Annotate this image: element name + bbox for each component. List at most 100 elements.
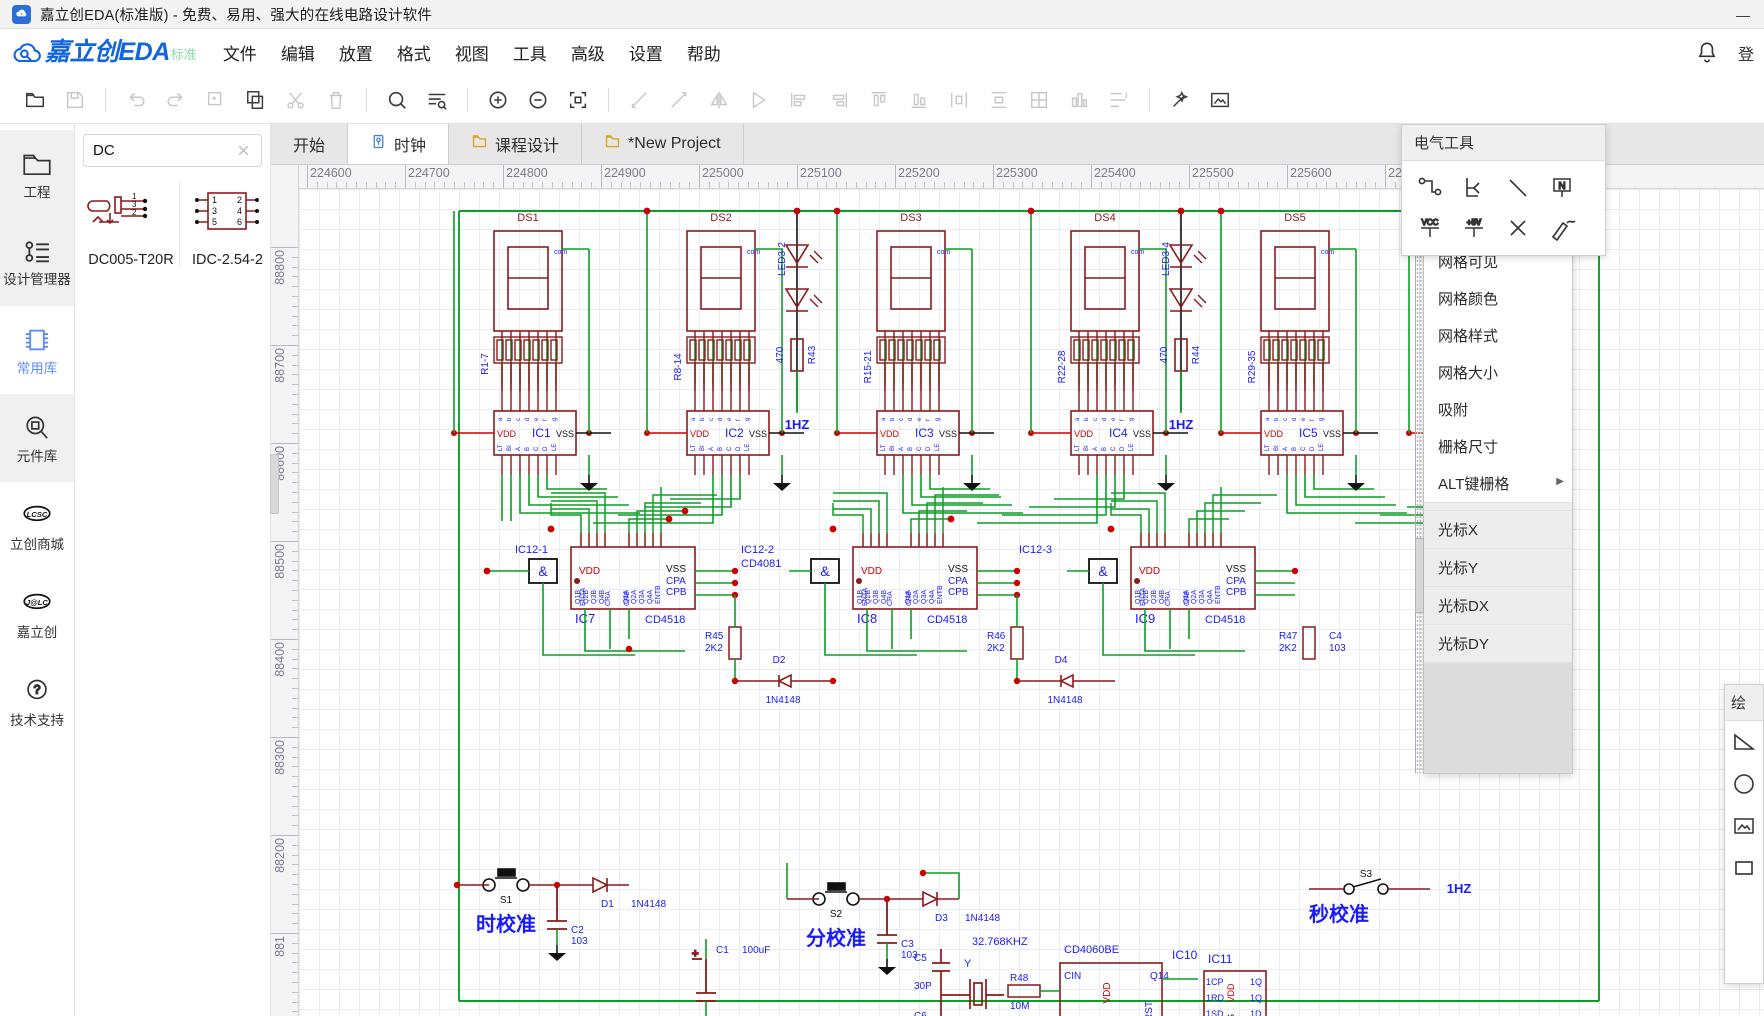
menu-edit[interactable]: 编辑: [269, 36, 327, 69]
image-tool-icon[interactable]: [1725, 805, 1763, 847]
svg-text:Q4A: Q4A: [929, 590, 936, 604]
line-tool-icon[interactable]: [1496, 168, 1540, 208]
library-result-item[interactable]: 135 246 IDC-2.54-2: [179, 181, 275, 268]
menu-grid-color[interactable]: 网格颜色: [1424, 280, 1572, 317]
ruler-minor-tick: [728, 182, 730, 188]
menu-grid-size[interactable]: 网格大小: [1424, 354, 1572, 391]
svg-text:30P: 30P: [914, 981, 932, 992]
sidebar-item-common-library[interactable]: 常用库: [0, 306, 74, 394]
circle-tool-icon[interactable]: [1725, 763, 1763, 805]
svg-text:CPB: CPB: [666, 587, 687, 598]
delete-trash-icon[interactable]: [317, 82, 355, 118]
angle-tool-icon[interactable]: [1725, 721, 1763, 763]
menu-place[interactable]: 放置: [327, 36, 385, 69]
image-export-icon[interactable]: [1201, 82, 1239, 118]
flip-icon[interactable]: [700, 82, 738, 118]
account-label[interactable]: 登: [1738, 41, 1754, 65]
no-connect-icon[interactable]: [1496, 208, 1540, 248]
tab-clock[interactable]: 时钟: [348, 124, 450, 164]
distribute-vertical-icon[interactable]: [980, 82, 1018, 118]
panel-splitter-grip[interactable]: [270, 454, 279, 514]
menu-settings[interactable]: 设置: [617, 36, 675, 69]
svg-text:RST: RST: [1144, 1001, 1155, 1016]
ruler-minor-tick: [292, 501, 298, 503]
menu-format[interactable]: 格式: [385, 36, 443, 69]
context-menu-scroll-thumb[interactable]: [1415, 538, 1424, 613]
zoom-out-icon[interactable]: [519, 82, 557, 118]
ruler-minor-tick: [1238, 182, 1239, 188]
rect-tool-icon[interactable]: [1725, 847, 1763, 889]
grid-align-icon[interactable]: [1020, 82, 1058, 118]
ruler-minor-tick: [292, 1001, 298, 1003]
vcc-symbol-icon[interactable]: VCC: [1408, 208, 1452, 248]
minimize-button[interactable]: —: [1726, 0, 1760, 29]
align-left-icon[interactable]: [780, 82, 818, 118]
library-result-item[interactable]: 132 DC005-T20R: [83, 181, 179, 268]
mirror-horizontal-icon[interactable]: [620, 82, 658, 118]
bus-entry-icon[interactable]: [1452, 168, 1496, 208]
ruler-minor-tick: [1228, 182, 1230, 188]
ruler-minor-tick: [292, 521, 298, 523]
menu-grid-dimension[interactable]: 栅格尺寸: [1424, 428, 1572, 465]
svg-text:VCC: VCC: [1422, 218, 1439, 227]
svg-text:2: 2: [132, 208, 137, 217]
undo-icon[interactable]: [117, 82, 155, 118]
svg-text:VDD: VDD: [1264, 429, 1284, 439]
align-right-icon[interactable]: [820, 82, 858, 118]
distribute-horizontal-icon[interactable]: [940, 82, 978, 118]
spacing-icon[interactable]: [1100, 82, 1138, 118]
ruler-minor-tick: [292, 952, 298, 954]
sidebar-item-component-library[interactable]: 元件库: [0, 394, 74, 482]
menu-tools[interactable]: 工具: [501, 36, 559, 69]
mirror-vertical-icon[interactable]: [660, 82, 698, 118]
zoom-in-icon[interactable]: [479, 82, 517, 118]
menu-advanced[interactable]: 高级: [559, 36, 617, 69]
context-menu-scrollbar[interactable]: [1415, 243, 1424, 773]
menu-view[interactable]: 视图: [443, 36, 501, 69]
close-icon[interactable]: [235, 142, 252, 159]
magic-wand-icon[interactable]: [1161, 82, 1199, 118]
align-bottom-icon[interactable]: [900, 82, 938, 118]
copy-icon[interactable]: [197, 82, 235, 118]
search-input[interactable]: [84, 142, 224, 159]
sidebar-item-label: 立创商城: [10, 536, 64, 552]
wire-tool-icon[interactable]: [1408, 168, 1452, 208]
duplicate-icon[interactable]: [237, 82, 275, 118]
menu-grid-style[interactable]: 网格样式: [1424, 317, 1572, 354]
redo-icon[interactable]: [157, 82, 195, 118]
open-file-icon[interactable]: [16, 82, 54, 118]
tab-new-project[interactable]: *New Project: [582, 124, 744, 164]
menu-file[interactable]: 文件: [211, 36, 269, 69]
svg-text:R8-14: R8-14: [673, 353, 684, 381]
save-file-icon[interactable]: [56, 82, 94, 118]
search-list-icon[interactable]: [418, 82, 456, 118]
menu-alt-grid[interactable]: ALT键栅格 ▶: [1424, 465, 1572, 502]
sidebar-item-design-manager[interactable]: 设计管理器: [0, 218, 74, 306]
svg-text:ENTB: ENTB: [937, 585, 944, 604]
cut-scissors-icon[interactable]: [277, 82, 315, 118]
sidebar-item-support[interactable]: ? 技术支持: [0, 658, 74, 746]
ruler-minor-tick: [1345, 182, 1347, 188]
probe-tool-icon[interactable]: [1540, 208, 1584, 248]
toolbar-separator: [105, 87, 106, 112]
menu-snap[interactable]: 吸附: [1424, 391, 1572, 428]
align-top-icon[interactable]: [860, 82, 898, 118]
plus5v-symbol-icon[interactable]: +5V: [1452, 208, 1496, 248]
tab-course-design[interactable]: 课程设计: [449, 124, 583, 164]
sidebar-item-lcsc[interactable]: LCSC 立创商城: [0, 482, 74, 570]
sidebar-item-jlc[interactable]: J@LC 嘉立创: [0, 570, 74, 658]
fit-view-icon[interactable]: [559, 82, 597, 118]
sidebar-item-project[interactable]: 工程: [0, 130, 74, 218]
svg-text:VDD: VDD: [690, 429, 710, 439]
menu-help[interactable]: 帮助: [675, 36, 733, 69]
search-icon[interactable]: [378, 82, 416, 118]
tab-start[interactable]: 开始: [271, 124, 349, 164]
vertical-ruler[interactable]: 88800 88700 88600 88500 88400 88300 88200 881: [271, 165, 299, 1016]
library-search[interactable]: [83, 134, 262, 167]
align-center-icon[interactable]: [1060, 82, 1098, 118]
bell-icon[interactable]: [1694, 40, 1720, 66]
ruler-minor-tick: [1081, 182, 1083, 188]
netlabel-tool-icon[interactable]: N: [1540, 168, 1584, 208]
svg-text:A: A: [516, 447, 522, 451]
rotate-icon[interactable]: [740, 82, 778, 118]
